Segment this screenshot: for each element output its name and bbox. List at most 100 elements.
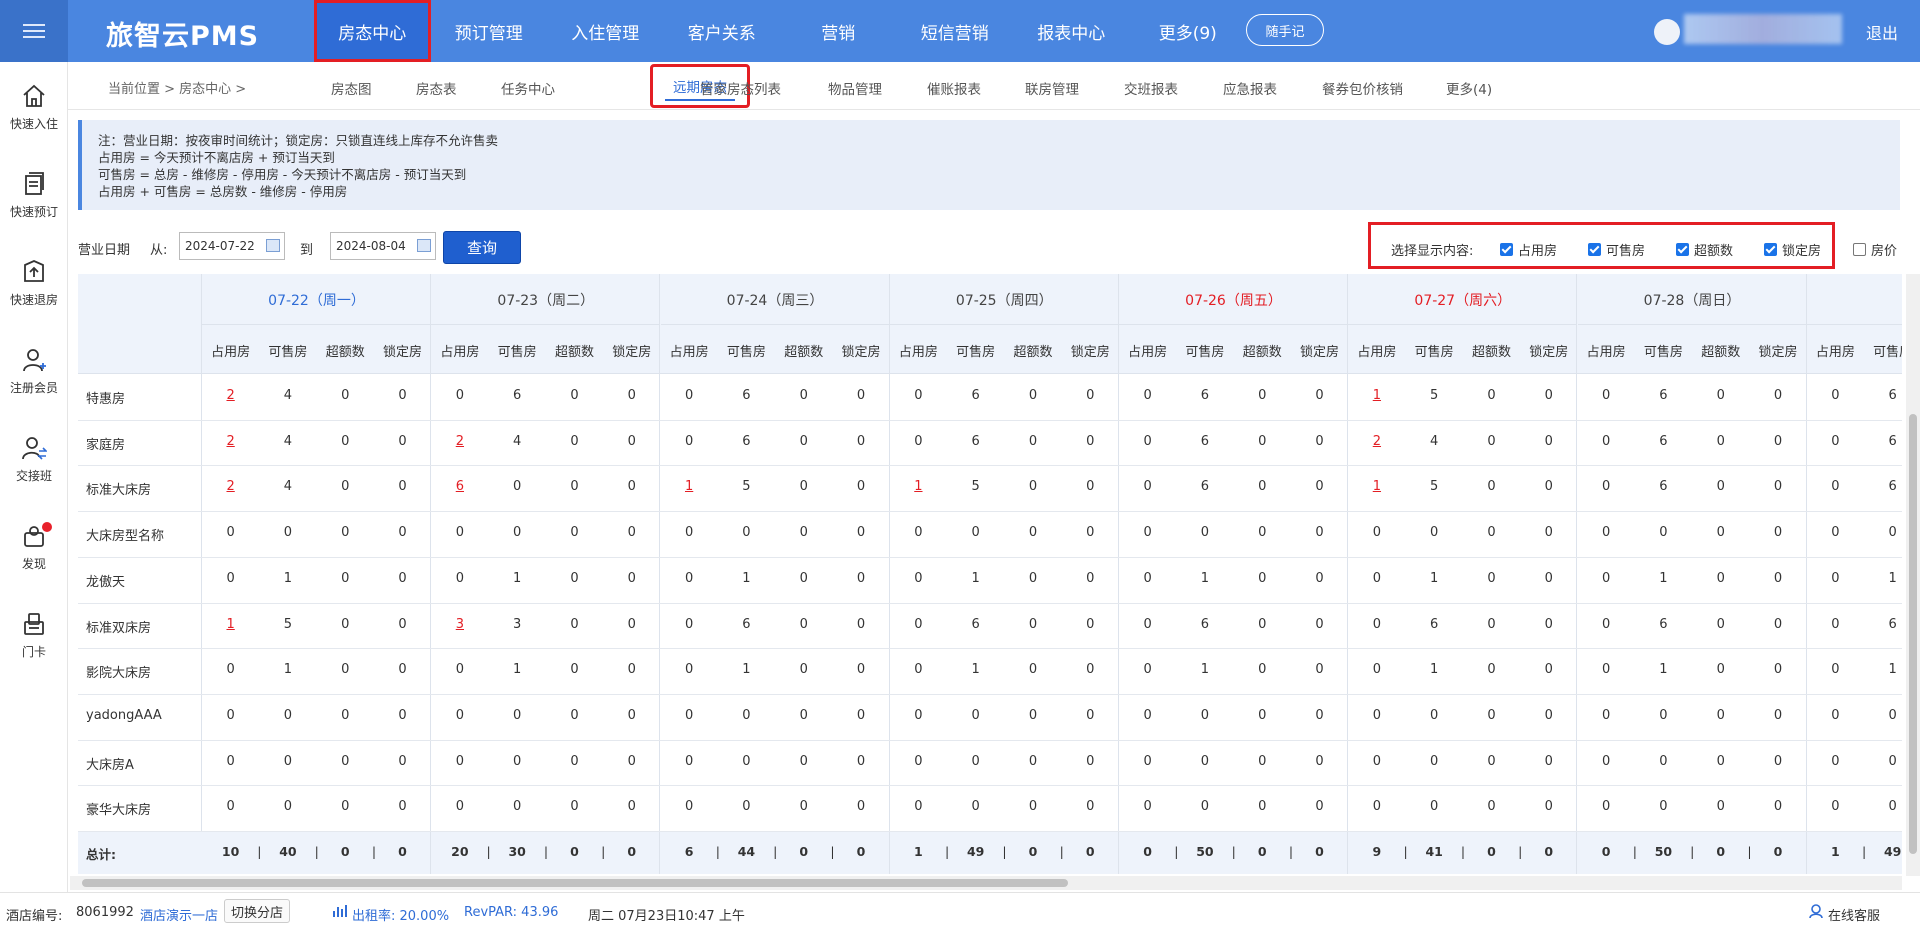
tab-more[interactable]: 更多(4) — [1446, 78, 1492, 98]
calendar-icon[interactable] — [266, 239, 280, 252]
sidebar-item-register-member[interactable]: 注册会员 — [0, 336, 68, 406]
occupied-count-link[interactable]: 2 — [202, 388, 259, 403]
occupied-count-link[interactable]: 2 — [202, 479, 259, 494]
checkbox-overbooked[interactable]: 超额数 — [1676, 240, 1733, 259]
sidebar-item-quick-checkin[interactable]: 快速入住 — [0, 72, 68, 142]
future-room-status-table: 总计: 07-22（周一） 占用房 可售房 超额数 锁定房 07-23（周二） 占用房 可售房… — [78, 274, 1902, 874]
nav-report-center[interactable]: 报表中心 — [1013, 0, 1130, 62]
nav-room-status-center[interactable]: 房态中心 — [314, 0, 431, 62]
tab-meal-voucher[interactable]: 餐券包价核销 — [1322, 78, 1403, 98]
tab-emergency-report[interactable]: 应急报表 — [1223, 78, 1277, 98]
row-divider — [78, 419, 1902, 421]
checkbox-locked[interactable]: 锁定房 — [1764, 240, 1821, 259]
logout-link[interactable]: 退出 — [1866, 20, 1898, 44]
calendar-icon[interactable] — [417, 239, 431, 252]
table-cell: 0 — [799, 433, 808, 449]
checkbox-checked-icon[interactable] — [1676, 243, 1689, 256]
menu-toggle-icon[interactable] — [0, 0, 68, 62]
nav-sms-marketing[interactable]: 短信营销 — [897, 0, 1014, 62]
checkbox-available[interactable]: 可售房 — [1588, 240, 1645, 259]
occupied-count-link[interactable]: 2 — [1348, 434, 1405, 449]
start-date-input[interactable]: 2024-07-22 — [179, 232, 285, 260]
scrollbar-thumb[interactable] — [82, 879, 1068, 887]
checkbox-unchecked-icon[interactable] — [1853, 243, 1866, 256]
end-date-input[interactable]: 2024-08-04 — [330, 232, 436, 260]
table-cell: 6 — [742, 433, 751, 449]
table-cell: 4 — [1430, 433, 1439, 449]
table-cell: 1 — [283, 662, 293, 678]
tab-room-table[interactable]: 房态表 — [416, 78, 457, 98]
occupied-count-link[interactable]: 1 — [1348, 479, 1405, 494]
switch-branch-button[interactable]: 切换分店 — [224, 899, 291, 923]
table-cell: 0 — [1773, 433, 1783, 449]
online-support-link[interactable]: 在线客服 — [1828, 905, 1880, 924]
total-cell: 50 — [1654, 844, 1673, 859]
table-cell: 0 — [1773, 479, 1783, 495]
occupied-count-link[interactable]: 2 — [431, 434, 488, 449]
checkbox-room-price[interactable]: 房价 — [1853, 240, 1897, 259]
table-cell: 0 — [570, 525, 579, 541]
checkbox-checked-icon[interactable] — [1764, 243, 1777, 256]
scrollbar-thumb[interactable] — [1909, 414, 1917, 854]
table-cell: 0 — [684, 662, 694, 678]
column-header: 占用房 — [1815, 345, 1855, 360]
tab-shift-report[interactable]: 交班报表 — [1124, 78, 1178, 98]
occupied-count-link[interactable]: 2 — [202, 434, 259, 449]
tab-dunning-report[interactable]: 催账报表 — [927, 78, 981, 98]
occupied-count-link[interactable]: 1 — [661, 479, 718, 494]
sidebar-item-door-card[interactable]: 门卡 — [0, 600, 68, 670]
table-cell: 0 — [1831, 433, 1840, 449]
column-header: 超额数 — [1701, 345, 1741, 360]
tab-task-center[interactable]: 任务中心 — [501, 78, 555, 98]
table-cell: 0 — [1487, 616, 1496, 632]
user-avatar[interactable] — [1654, 19, 1680, 45]
sidebar-item-shift-handover[interactable]: 交接班 — [0, 424, 68, 494]
table-cell: 6 — [1200, 433, 1210, 449]
tab-item-management[interactable]: 物品管理 — [828, 78, 882, 98]
occupied-count-link[interactable]: 3 — [431, 617, 488, 632]
sidebar-item-quick-checkout[interactable]: 快速退房 — [0, 248, 68, 318]
table-cell: 0 — [398, 616, 407, 632]
query-button[interactable]: 查询 — [443, 231, 521, 264]
quick-note-button[interactable]: 随手记 — [1246, 14, 1324, 46]
sidebar-item-discover[interactable]: 发现 — [0, 512, 68, 582]
table-cell: 0 — [1773, 662, 1783, 678]
nav-marketing[interactable]: 营销 — [780, 0, 897, 62]
sidebar-item-quick-booking[interactable]: 快速预订 — [0, 160, 68, 230]
vertical-scrollbar[interactable] — [1906, 274, 1920, 876]
tab-room-map[interactable]: 房态图 — [331, 78, 372, 98]
table-cell: 0 — [1086, 799, 1095, 815]
nav-checkin-management[interactable]: 入住管理 — [547, 0, 664, 62]
total-cell: 0 — [1773, 844, 1783, 859]
tab-housekeeping-list[interactable]: 管家房态列表 — [700, 78, 781, 98]
table-cell: 0 — [1028, 799, 1038, 815]
nav-booking-management[interactable]: 预订管理 — [431, 0, 548, 62]
table-cell: 0 — [627, 433, 636, 449]
occupied-count-link[interactable]: 6 — [431, 479, 488, 494]
table-cell: 0 — [627, 799, 636, 815]
table-cell: 0 — [856, 570, 866, 586]
day-header: 07-23（周二） — [497, 293, 595, 309]
column-header: 超额数 — [1471, 345, 1511, 360]
checkbox-occupied[interactable]: 占用房 — [1500, 240, 1557, 259]
total-cell: 49 — [966, 844, 985, 859]
room-type-name: 特惠房 — [86, 392, 126, 407]
occupied-count-link[interactable]: 1 — [202, 617, 259, 632]
tab-linked-rooms[interactable]: 联房管理 — [1025, 78, 1079, 98]
hotel-name-link[interactable]: 酒店演示一店 — [140, 905, 218, 924]
table-cell: 0 — [1487, 707, 1496, 723]
table-cell: 0 — [1028, 662, 1038, 678]
sidebar-item-label: 注册会员 — [9, 380, 58, 395]
occupied-count-link[interactable]: 1 — [890, 479, 947, 494]
table-cell: 0 — [341, 525, 350, 541]
table-cell: 0 — [1544, 753, 1553, 769]
table-cell: 1 — [1659, 662, 1668, 678]
table-cell: 0 — [1601, 525, 1611, 541]
nav-customer-relations[interactable]: 客户关系 — [664, 0, 781, 62]
checkbox-checked-icon[interactable] — [1588, 243, 1601, 256]
table-cell: 5 — [971, 479, 980, 495]
nav-more[interactable]: 更多(9) — [1130, 0, 1247, 62]
horizontal-scrollbar[interactable] — [70, 876, 1902, 890]
checkbox-checked-icon[interactable] — [1500, 243, 1513, 256]
occupied-count-link[interactable]: 1 — [1348, 388, 1405, 403]
